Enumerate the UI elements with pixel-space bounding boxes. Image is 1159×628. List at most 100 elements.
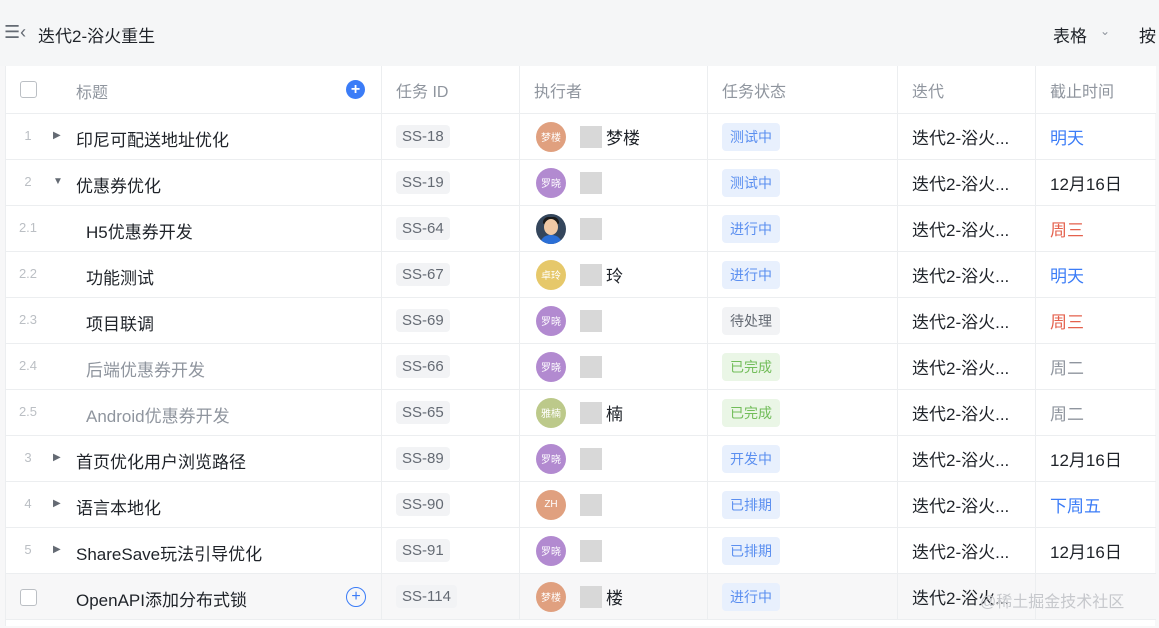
table-row[interactable]: 2.5 Android优惠券开发 SS-65 雅楠 楠 已完成 迭代2-浴火...… bbox=[6, 390, 1156, 436]
status-badge[interactable]: 已完成 bbox=[722, 398, 780, 427]
table-row[interactable]: 2.2 功能测试 SS-67 卓玲 玲 进行中 迭代2-浴火... 明天 bbox=[6, 252, 1156, 298]
due-cell[interactable]: 周二 bbox=[1036, 344, 1156, 389]
status-cell[interactable]: 已完成 bbox=[708, 344, 898, 389]
table-row[interactable]: 2.3 项目联调 SS-69 罗晓 待处理 迭代2-浴火... 周三 bbox=[6, 298, 1156, 344]
sprint-cell[interactable]: 迭代2-浴火... bbox=[898, 344, 1036, 389]
assignee-cell[interactable]: 罗晓 bbox=[520, 344, 708, 389]
status-badge[interactable]: 已完成 bbox=[722, 352, 780, 381]
avatar[interactable]: 罗晓 bbox=[536, 535, 566, 566]
assignee-cell[interactable]: 卓玲 玲 bbox=[520, 252, 708, 297]
task-title[interactable]: 后端优惠券开发 bbox=[86, 356, 205, 381]
avatar[interactable]: 罗晓 bbox=[536, 305, 566, 336]
table-row[interactable]: 5 ▶ ShareSave玩法引导优化 SS-91 罗晓 已排期 迭代2-浴火.… bbox=[6, 528, 1156, 574]
due-cell[interactable]: 周三 bbox=[1036, 298, 1156, 343]
task-id[interactable]: SS-19 bbox=[396, 171, 450, 194]
status-badge[interactable]: 进行中 bbox=[722, 214, 780, 243]
group-by-button[interactable]: 按 bbox=[1139, 22, 1156, 47]
due-cell[interactable]: 12月16日 bbox=[1036, 436, 1156, 481]
assignee-cell[interactable]: 梦楼 楼 bbox=[520, 574, 708, 619]
status-badge[interactable]: 进行中 bbox=[722, 260, 780, 289]
due-cell[interactable]: 下周五 bbox=[1036, 482, 1156, 527]
sprint-cell[interactable]: 迭代2-浴火... bbox=[898, 252, 1036, 297]
avatar[interactable]: 卓玲 bbox=[536, 259, 566, 290]
sprint-title[interactable]: 迭代2-浴火重生 bbox=[38, 22, 155, 47]
status-badge[interactable]: 已排期 bbox=[722, 490, 780, 519]
status-badge[interactable]: 测试中 bbox=[722, 168, 780, 197]
column-due[interactable]: 截止时间 bbox=[1036, 66, 1156, 113]
status-cell[interactable]: 进行中 bbox=[708, 574, 898, 619]
due-cell[interactable]: 12月16日 bbox=[1036, 160, 1156, 205]
sprint-cell[interactable]: 迭代2-浴火... bbox=[898, 436, 1036, 481]
task-id[interactable]: SS-66 bbox=[396, 355, 450, 378]
task-id[interactable]: SS-64 bbox=[396, 217, 450, 240]
expand-caret-icon[interactable]: ▶ bbox=[53, 498, 61, 509]
status-badge[interactable]: 已排期 bbox=[722, 536, 780, 565]
table-row[interactable]: 3 ▶ 首页优化用户浏览路径 SS-89 罗晓 开发中 迭代2-浴火... 12… bbox=[6, 436, 1156, 482]
status-cell[interactable]: 测试中 bbox=[708, 160, 898, 205]
avatar[interactable]: 雅楠 bbox=[536, 397, 566, 428]
task-title[interactable]: Android优惠券开发 bbox=[86, 402, 230, 427]
task-id[interactable]: SS-69 bbox=[396, 309, 450, 332]
sprint-cell[interactable]: 迭代2-浴火... bbox=[898, 114, 1036, 159]
chevron-down-icon[interactable]: ⌄ bbox=[1100, 24, 1110, 38]
avatar[interactable]: 罗晓 bbox=[536, 167, 566, 198]
task-title[interactable]: 项目联调 bbox=[86, 310, 154, 335]
column-assignee[interactable]: 执行者 bbox=[520, 66, 708, 113]
task-title[interactable]: 首页优化用户浏览路径 bbox=[76, 448, 246, 473]
status-cell[interactable]: 已排期 bbox=[708, 528, 898, 573]
assignee-cell[interactable]: 梦楼 梦楼 bbox=[520, 114, 708, 159]
status-cell[interactable]: 进行中 bbox=[708, 252, 898, 297]
assignee-cell[interactable]: 罗晓 bbox=[520, 298, 708, 343]
column-status[interactable]: 任务状态 bbox=[708, 66, 898, 113]
due-cell[interactable]: 明天 bbox=[1036, 114, 1156, 159]
status-cell[interactable]: 测试中 bbox=[708, 114, 898, 159]
assignee-cell[interactable]: 罗晓 bbox=[520, 528, 708, 573]
task-title[interactable]: 语言本地化 bbox=[76, 494, 161, 519]
due-cell[interactable]: 周二 bbox=[1036, 390, 1156, 435]
expand-caret-icon[interactable]: ▶ bbox=[53, 452, 61, 463]
assignee-cell[interactable]: ZH bbox=[520, 482, 708, 527]
avatar[interactable]: 罗晓 bbox=[536, 443, 566, 474]
sprint-cell[interactable]: 迭代2-浴火... bbox=[898, 160, 1036, 205]
assignee-cell[interactable]: 罗晓 bbox=[520, 436, 708, 481]
task-title[interactable]: H5优惠券开发 bbox=[86, 218, 193, 243]
task-id[interactable]: SS-67 bbox=[396, 263, 450, 286]
status-cell[interactable]: 已完成 bbox=[708, 390, 898, 435]
due-cell[interactable]: 12月16日 bbox=[1036, 528, 1156, 573]
avatar[interactable]: 梦楼 bbox=[536, 121, 566, 152]
avatar[interactable] bbox=[536, 213, 566, 244]
task-id[interactable]: SS-91 bbox=[396, 539, 450, 562]
select-all-checkbox[interactable] bbox=[20, 81, 37, 98]
menu-collapse-icon[interactable]: ☰‹ bbox=[4, 22, 26, 43]
assignee-cell[interactable]: 雅楠 楠 bbox=[520, 390, 708, 435]
avatar[interactable]: ZH bbox=[536, 489, 566, 520]
assignee-cell[interactable] bbox=[520, 206, 708, 251]
avatar[interactable]: 梦楼 bbox=[536, 581, 566, 612]
table-row[interactable]: 4 ▶ 语言本地化 SS-90 ZH 已排期 迭代2-浴火... 下周五 bbox=[6, 482, 1156, 528]
status-cell[interactable]: 已排期 bbox=[708, 482, 898, 527]
add-column-icon[interactable]: + bbox=[346, 80, 365, 99]
sprint-cell[interactable]: 迭代2-浴火... bbox=[898, 206, 1036, 251]
task-id[interactable]: SS-114 bbox=[396, 585, 457, 608]
table-row[interactable]: 2.4 后端优惠券开发 SS-66 罗晓 已完成 迭代2-浴火... 周二 bbox=[6, 344, 1156, 390]
column-sprint[interactable]: 迭代 bbox=[898, 66, 1036, 113]
status-cell[interactable]: 待处理 bbox=[708, 298, 898, 343]
due-cell[interactable]: 周三 bbox=[1036, 206, 1156, 251]
table-row[interactable]: 2 ▼ 优惠券优化 SS-19 罗晓 测试中 迭代2-浴火... 12月16日 bbox=[6, 160, 1156, 206]
task-id[interactable]: SS-90 bbox=[396, 493, 450, 516]
task-title[interactable]: ShareSave玩法引导优化 bbox=[76, 540, 262, 565]
task-title[interactable]: OpenAPI添加分布式锁 bbox=[76, 586, 247, 611]
table-row[interactable]: 1 ▶ 印尼可配送地址优化 SS-18 梦楼 梦楼 测试中 迭代2-浴火... 明… bbox=[6, 114, 1156, 160]
task-title[interactable]: 优惠券优化 bbox=[76, 172, 161, 197]
expand-caret-icon[interactable]: ▶ bbox=[53, 130, 61, 141]
sprint-cell[interactable]: 迭代2-浴火... bbox=[898, 390, 1036, 435]
status-cell[interactable]: 进行中 bbox=[708, 206, 898, 251]
status-badge[interactable]: 进行中 bbox=[722, 582, 780, 611]
task-id[interactable]: SS-65 bbox=[396, 401, 450, 424]
task-id[interactable]: SS-18 bbox=[396, 125, 450, 148]
sprint-cell[interactable]: 迭代2-浴火... bbox=[898, 482, 1036, 527]
status-badge[interactable]: 开发中 bbox=[722, 444, 780, 473]
status-badge[interactable]: 待处理 bbox=[722, 306, 780, 335]
row-checkbox[interactable] bbox=[20, 589, 37, 606]
view-selector[interactable]: 表格 bbox=[1053, 22, 1087, 47]
